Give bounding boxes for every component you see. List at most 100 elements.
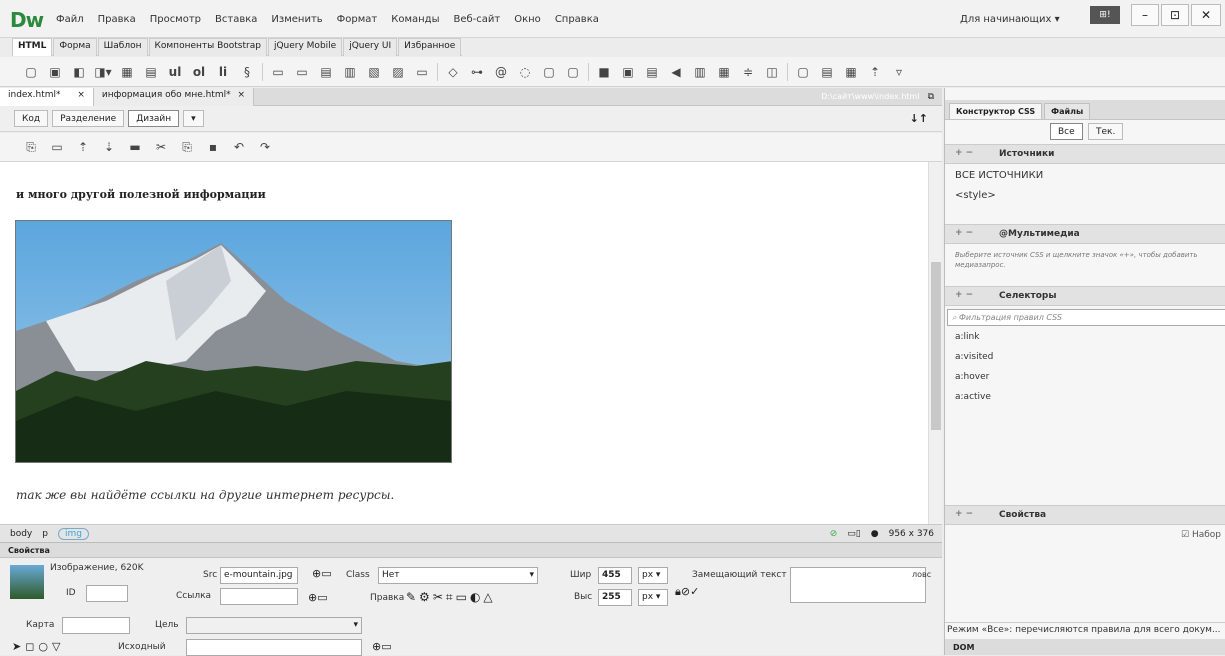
- undo-icon[interactable]: ↶: [230, 138, 248, 156]
- source-all[interactable]: ВСЕ ИСТОЧНИКИ: [955, 170, 1043, 181]
- mountain-image[interactable]: [15, 220, 452, 463]
- comment-icon[interactable]: ◌: [516, 63, 534, 81]
- form-icon[interactable]: ▢: [564, 63, 582, 81]
- selector-hover[interactable]: a:hover: [955, 372, 989, 382]
- link-field[interactable]: [220, 588, 298, 605]
- properties-header[interactable]: + − Свойства: [945, 505, 1225, 525]
- email-icon[interactable]: @: [492, 63, 510, 81]
- tab-html[interactable]: HTML: [12, 38, 53, 56]
- maximize-button[interactable]: ⊡: [1161, 4, 1189, 26]
- video-icon[interactable]: ▤: [643, 63, 661, 81]
- audio-icon[interactable]: ◀: [667, 63, 685, 81]
- sources-header[interactable]: + − Источники: [945, 144, 1225, 164]
- character-icon[interactable]: ▿: [890, 63, 908, 81]
- original-field[interactable]: [186, 639, 362, 656]
- restore-icon[interactable]: ⧉: [928, 92, 942, 102]
- selector-filter-input[interactable]: ⌕ Фильтрация правил CSS: [947, 309, 1225, 326]
- copy-icon[interactable]: ⎘: [178, 138, 196, 156]
- alt-field[interactable]: [790, 567, 926, 603]
- width-field[interactable]: 455: [598, 567, 632, 584]
- close-icon[interactable]: ×: [77, 90, 85, 100]
- tab-favorites[interactable]: Избранное: [398, 38, 462, 56]
- section-icon[interactable]: ▨: [389, 63, 407, 81]
- widget-icon[interactable]: ▢: [540, 63, 558, 81]
- date-icon[interactable]: ▤: [818, 63, 836, 81]
- tab-bootstrap[interactable]: Компоненты Bootstrap: [148, 38, 267, 56]
- save-icon[interactable]: ▬: [126, 138, 144, 156]
- target-select[interactable]: ▾: [186, 617, 362, 634]
- new-document-icon[interactable]: ⎘: [22, 138, 40, 156]
- design-canvas[interactable]: и много другой полезной информации так ж…: [0, 162, 942, 524]
- upload-icon[interactable]: ⇡: [866, 63, 884, 81]
- flash-icon[interactable]: ▣: [619, 63, 637, 81]
- selector-active[interactable]: a:active: [955, 392, 991, 402]
- height-field[interactable]: 255: [598, 589, 632, 606]
- rollover-icon[interactable]: ◫: [763, 63, 781, 81]
- tab-form[interactable]: Форма: [53, 38, 97, 56]
- sync-button[interactable]: ⊞!: [1090, 6, 1120, 24]
- menu-file[interactable]: Файл: [56, 14, 84, 25]
- table-icon[interactable]: ▦: [118, 63, 136, 81]
- menu-modify[interactable]: Изменить: [271, 14, 322, 25]
- split-view-button[interactable]: Разделение: [52, 110, 125, 127]
- dom-panel-tab[interactable]: DOM: [945, 639, 1225, 655]
- calendar-icon[interactable]: ▦: [842, 63, 860, 81]
- source-style[interactable]: <style>: [955, 190, 996, 201]
- image-icon[interactable]: ▣: [46, 63, 64, 81]
- scroll-thumb[interactable]: [931, 262, 941, 430]
- minimize-button[interactable]: –: [1131, 4, 1159, 26]
- li-icon[interactable]: li: [214, 63, 232, 81]
- paragraph-icon[interactable]: ◧: [70, 63, 88, 81]
- tab-css-designer[interactable]: Конструктор CSS: [949, 103, 1043, 119]
- original-browse-icon[interactable]: ⊕▭: [372, 640, 392, 653]
- menu-commands[interactable]: Команды: [391, 14, 439, 25]
- all-button[interactable]: Все: [1050, 123, 1083, 140]
- selector-visited[interactable]: a:visited: [955, 352, 993, 362]
- script-icon[interactable]: ◇: [444, 63, 462, 81]
- menu-edit[interactable]: Правка: [98, 14, 136, 25]
- upload-icon[interactable]: ⇡: [74, 138, 92, 156]
- canvas-scrollbar[interactable]: [928, 162, 942, 524]
- header-icon[interactable]: ▭: [269, 63, 287, 81]
- class-select[interactable]: Нет ▾: [378, 567, 538, 584]
- tab-jquery-mobile[interactable]: jQuery Mobile: [267, 38, 343, 56]
- hotspot-tools-icons[interactable]: ➤◻○▽: [12, 640, 64, 653]
- paste-icon[interactable]: ▪: [204, 138, 222, 156]
- map-field[interactable]: [62, 617, 130, 634]
- menu-format[interactable]: Формат: [337, 14, 378, 25]
- anchor-icon[interactable]: §: [238, 63, 256, 81]
- menu-view[interactable]: Просмотр: [150, 14, 201, 25]
- download-icon[interactable]: ⇣: [100, 138, 118, 156]
- selectors-header[interactable]: + − Селекторы: [945, 286, 1225, 306]
- media-icon[interactable]: ■: [595, 63, 613, 81]
- view-dropdown[interactable]: ▾: [183, 110, 204, 127]
- hyperlink-icon[interactable]: ⊶: [468, 63, 486, 81]
- id-field[interactable]: [86, 585, 128, 602]
- figure-icon[interactable]: ▤: [142, 63, 160, 81]
- menu-help[interactable]: Справка: [555, 14, 599, 25]
- device-icon[interactable]: ▭▯: [847, 529, 860, 539]
- src-field[interactable]: e-mountain.jpg: [220, 567, 298, 584]
- menu-site[interactable]: Веб-сайт: [453, 14, 500, 25]
- open-folder-icon[interactable]: ▭: [48, 138, 66, 156]
- doc-tab-about[interactable]: информация обо мне.html* ×: [93, 87, 255, 106]
- point-to-file-icon[interactable]: ⊕▭: [312, 567, 332, 580]
- edit-tools-icons[interactable]: ✎⚙✂⌗▭◐△: [406, 590, 496, 605]
- tag-img[interactable]: img: [57, 527, 89, 540]
- close-icon[interactable]: ×: [237, 90, 245, 100]
- lock-icon[interactable]: 🔒︎⊘✓: [675, 585, 699, 599]
- redo-icon[interactable]: ↷: [256, 138, 274, 156]
- height-unit[interactable]: px ▾: [638, 589, 668, 606]
- ul-icon[interactable]: ul: [166, 63, 184, 81]
- link-browse-icon[interactable]: ⊕▭: [308, 591, 328, 604]
- code-view-button[interactable]: Код: [14, 110, 49, 127]
- article-icon[interactable]: ▧: [365, 63, 383, 81]
- media-header[interactable]: + − @Мультимедиа: [945, 224, 1225, 244]
- iframe-icon[interactable]: ▢: [794, 63, 812, 81]
- show-set-checkbox[interactable]: ☑ Набор: [1181, 530, 1221, 540]
- plugin-icon[interactable]: ▦: [715, 63, 733, 81]
- workspace-switcher[interactable]: Для начинающих ▾: [960, 14, 1060, 25]
- cut-icon[interactable]: ✂: [152, 138, 170, 156]
- tag-p[interactable]: p: [42, 529, 48, 539]
- heading-icon[interactable]: ◨▾: [94, 63, 112, 81]
